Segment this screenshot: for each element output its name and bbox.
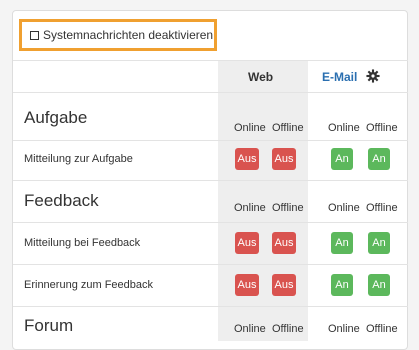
divider — [13, 92, 408, 93]
web-online-label: Online — [234, 122, 266, 134]
web-online-label: Online — [234, 202, 266, 214]
row-label: Erinnerung zum Feedback — [24, 279, 154, 291]
web-column-background — [218, 61, 308, 341]
disable-notifications-label: Systemnachrichten deaktivieren — [43, 28, 214, 42]
divider — [13, 60, 408, 61]
row-label: Mitteilung zur Aufgabe — [24, 153, 133, 165]
web-offline-off-button[interactable]: Aus — [272, 148, 296, 170]
disable-notifications-toggle[interactable]: Systemnachrichten deaktivieren — [19, 19, 217, 51]
web-online-label: Online — [234, 323, 266, 335]
email-offline-on-button[interactable]: An — [368, 232, 390, 254]
divider — [13, 140, 408, 141]
section-title-forum: Forum — [24, 316, 74, 335]
web-offline-label: Offline — [272, 202, 304, 214]
web-column-header: Web — [248, 70, 274, 84]
email-offline-on-button[interactable]: An — [368, 148, 390, 170]
gear-icon[interactable] — [366, 69, 380, 83]
email-online-on-button[interactable]: An — [331, 148, 353, 170]
email-online-label: Online — [328, 202, 360, 214]
divider — [13, 222, 408, 223]
section-title-feedback: Feedback — [24, 191, 99, 210]
web-offline-off-button[interactable]: Aus — [272, 274, 296, 296]
email-online-on-button[interactable]: An — [331, 232, 353, 254]
divider — [13, 264, 408, 265]
email-offline-label: Offline — [366, 323, 398, 335]
divider — [13, 180, 408, 181]
email-column-header: E-Mail — [322, 70, 358, 84]
row-label: Mitteilung bei Feedback — [24, 237, 141, 249]
web-offline-label: Offline — [272, 122, 304, 134]
divider — [13, 306, 408, 307]
email-online-label: Online — [328, 122, 360, 134]
web-online-off-button[interactable]: Aus — [235, 232, 259, 254]
email-online-on-button[interactable]: An — [331, 274, 353, 296]
disable-notifications-checkbox[interactable] — [30, 30, 39, 40]
web-offline-label: Offline — [272, 323, 304, 335]
web-offline-off-button[interactable]: Aus — [272, 232, 296, 254]
web-online-off-button[interactable]: Aus — [235, 148, 259, 170]
email-offline-label: Offline — [366, 202, 398, 214]
email-offline-label: Offline — [366, 122, 398, 134]
email-online-label: Online — [328, 323, 360, 335]
web-online-off-button[interactable]: Aus — [235, 274, 259, 296]
section-title-aufgabe: Aufgabe — [24, 108, 88, 127]
email-offline-on-button[interactable]: An — [368, 274, 390, 296]
